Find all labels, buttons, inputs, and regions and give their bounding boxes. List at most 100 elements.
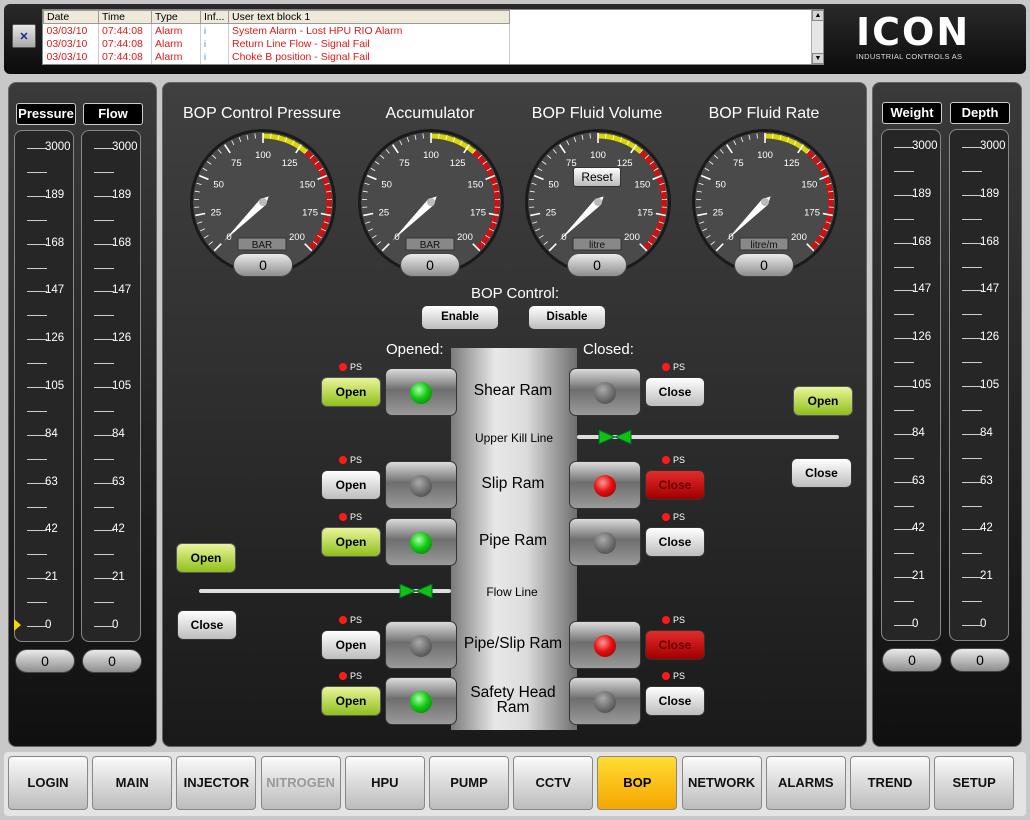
scale-tick: [94, 339, 114, 341]
ram-open-button[interactable]: Open: [321, 630, 381, 660]
ram-close-button[interactable]: Close: [645, 630, 705, 660]
ram-open-button[interactable]: Open: [321, 686, 381, 716]
flow-line-close-button[interactable]: Close: [177, 610, 237, 640]
ram-open-button[interactable]: Open: [321, 377, 381, 407]
col-time[interactable]: Time: [98, 10, 152, 24]
scale-tick-label: 168: [45, 236, 65, 249]
flow-line-open-button[interactable]: Open: [176, 543, 236, 573]
company-logo: ICON INDUSTRIAL CONTROLS AS: [856, 12, 976, 68]
nav-alarms-button[interactable]: ALARMS: [765, 756, 846, 810]
nav-hpu-button[interactable]: HPU: [344, 756, 425, 810]
scale-minor-tick: [894, 553, 914, 555]
scale-tick: [962, 242, 982, 244]
scroll-up-icon[interactable]: ▲: [812, 10, 823, 21]
kill-line-open-button[interactable]: Open: [793, 386, 853, 416]
scale-tick-label: 105: [112, 380, 132, 392]
kill-line-close-button[interactable]: Close: [791, 458, 852, 488]
scale-minor-tick: [94, 171, 114, 173]
scale-tick: [94, 626, 114, 627]
scale-tick: [27, 434, 47, 436]
nav-network-button[interactable]: NETWORK: [681, 756, 762, 810]
gauge-readout: 0: [233, 253, 293, 277]
scale-tick-label: 105: [980, 379, 1000, 391]
ps-indicator: PS: [339, 671, 362, 681]
col-date[interactable]: Date: [43, 10, 99, 24]
nav-injector-button[interactable]: INJECTOR: [176, 756, 257, 810]
scale-tick: [27, 626, 47, 627]
alarm-time: 07:44:08: [98, 37, 152, 51]
scroll-down-icon[interactable]: ▼: [812, 53, 823, 64]
nav-trend-button[interactable]: TREND: [850, 756, 930, 810]
info-icon[interactable]: i: [200, 50, 229, 64]
alarm-row[interactable]: 03/03/10 07:44:08 Alarm i Return Line Flow -…: [43, 37, 510, 51]
alarm-text: Return Line Flow - Signal Fail: [228, 37, 510, 51]
scale-tick-label: 3000: [112, 141, 138, 153]
scale-tick-label: 42: [112, 523, 125, 536]
gauge-hub: [594, 198, 602, 206]
scale-tick-label: 42: [980, 522, 993, 535]
gauge-tick-label: 125: [784, 158, 800, 169]
ram-close-button[interactable]: Close: [645, 377, 705, 407]
scale-tick-label: 147: [112, 284, 132, 297]
ram-close-button[interactable]: Close: [645, 686, 705, 716]
gauge-tick-label: 175: [804, 207, 820, 218]
ram-close-button[interactable]: Close: [645, 470, 705, 500]
gauge-tick-label: 50: [213, 180, 224, 191]
scale-tick-label: 3000: [912, 140, 938, 152]
gauge-hub: [761, 198, 769, 206]
scale-minor-tick: [94, 315, 114, 317]
alarm-type: Alarm: [151, 50, 201, 64]
col-info[interactable]: Inf...: [200, 10, 229, 24]
alarm-row[interactable]: 03/03/10 07:44:08 Alarm i Choke B position -…: [43, 50, 510, 64]
nav-bop-button[interactable]: BOP: [597, 756, 678, 810]
ram-close-button[interactable]: Close: [645, 527, 705, 557]
ps-indicator: PS: [662, 671, 685, 681]
scale-tick: [962, 577, 982, 579]
scale-minor-tick: [962, 457, 982, 459]
col-text[interactable]: User text block 1: [228, 10, 510, 24]
reset-button[interactable]: Reset: [573, 167, 621, 187]
close-status-lamp-icon: [594, 635, 616, 657]
alarm-scrollbar[interactable]: ▲ ▼: [811, 10, 823, 64]
nav-pump-button[interactable]: PUMP: [429, 756, 509, 810]
scale-minor-tick: [894, 409, 914, 411]
open-status-lamp-icon: [410, 532, 432, 554]
kill-line-valve-icon[interactable]: [598, 429, 632, 445]
scale-tick: [962, 433, 982, 435]
ram-close-cylinder: [569, 368, 641, 416]
ps-indicator: PS: [662, 455, 685, 465]
ps-lamp-icon: [662, 363, 670, 371]
scale-minor-tick: [894, 170, 914, 172]
nav-main-button[interactable]: MAIN: [92, 756, 173, 810]
nav-cctv-button[interactable]: CCTV: [513, 756, 594, 810]
acknowledge-icon[interactable]: ✕: [12, 24, 36, 48]
bop-control-label: BOP Control:: [470, 285, 560, 302]
scale-tick: [27, 482, 47, 484]
ram-open-button[interactable]: Open: [321, 527, 381, 557]
nav-nitrogen-button[interactable]: NITROGEN: [260, 756, 341, 810]
scale-tick: [27, 387, 47, 388]
scale-tick: [962, 386, 982, 387]
alarm-table: Date Time Type Inf... User text block 1 …: [43, 10, 510, 64]
enable-button[interactable]: Enable: [421, 305, 499, 330]
open-status-lamp-icon: [410, 382, 432, 404]
scale-tick: [962, 625, 982, 626]
gauge-tick-label: 200: [457, 232, 473, 243]
ps-label: PS: [350, 671, 363, 681]
alarm-list[interactable]: Date Time Type Inf... User text block 1 …: [42, 9, 824, 65]
nav-setup-button[interactable]: SETUP: [934, 756, 1015, 810]
col-type[interactable]: Type: [151, 10, 201, 24]
flow-line-valve-icon[interactable]: [399, 583, 433, 599]
gauge-unit: litre: [589, 240, 606, 251]
scale-minor-tick: [27, 363, 47, 365]
open-status-lamp-icon: [410, 635, 432, 657]
alarm-row[interactable]: 03/03/10 07:44:08 Alarm i System Alarm - Los…: [43, 23, 510, 37]
close-status-lamp-icon: [594, 382, 616, 404]
ps-lamp-icon: [339, 672, 347, 680]
disable-button[interactable]: Disable: [528, 305, 606, 330]
info-icon[interactable]: i: [200, 23, 229, 37]
scale-tick-label: 189: [112, 188, 132, 201]
nav-login-button[interactable]: LOGIN: [8, 756, 88, 810]
info-icon[interactable]: i: [200, 37, 229, 51]
ram-open-button[interactable]: Open: [321, 470, 381, 500]
